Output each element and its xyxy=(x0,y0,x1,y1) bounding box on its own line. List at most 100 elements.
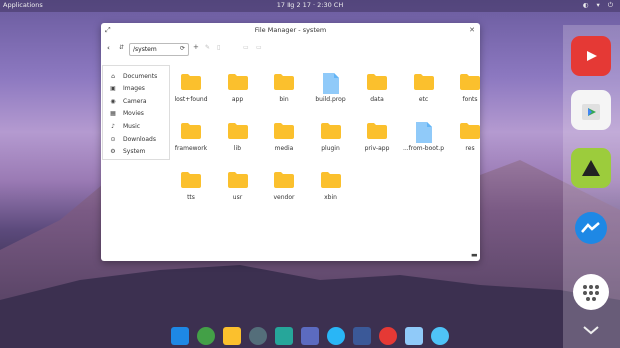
files-icon[interactable] xyxy=(405,327,423,345)
file-name: ...from-boot.p xyxy=(402,145,445,152)
globe-icon[interactable] xyxy=(197,327,215,345)
twitter-icon[interactable] xyxy=(327,327,345,345)
play-store-icon[interactable] xyxy=(571,90,611,130)
folder-icon[interactable] xyxy=(223,327,241,345)
file-name: vendor xyxy=(273,194,295,201)
telegram-icon[interactable] xyxy=(431,327,449,345)
folder-icon xyxy=(320,172,341,188)
messenger-icon[interactable] xyxy=(571,208,611,248)
sidebar-item-images[interactable]: ▣ Images xyxy=(109,84,145,94)
facebook-icon[interactable] xyxy=(353,327,371,345)
folder-icon xyxy=(320,123,341,139)
app-drawer-icon[interactable] xyxy=(571,272,611,312)
system-icon: ⚙ xyxy=(110,148,116,156)
clock[interactable]: 17 Ⅱg 2 17 · 2:30 CH xyxy=(0,1,620,9)
store-icon[interactable] xyxy=(275,327,293,345)
folder-icon xyxy=(460,123,480,139)
file-name: res xyxy=(465,145,475,152)
folder-item[interactable]: framework xyxy=(171,122,211,164)
folder-item[interactable]: lib xyxy=(218,122,258,164)
sidebar-item-documents[interactable]: ⌂ Documents xyxy=(109,71,157,81)
file-name: media xyxy=(274,145,294,152)
window-title: File Manager - system xyxy=(254,26,327,34)
sidebar-item-system[interactable]: ⚙ System xyxy=(109,147,145,157)
sidebar-item-label: Images xyxy=(123,85,145,93)
folder-item[interactable]: etc xyxy=(404,73,444,115)
folder-icon xyxy=(274,74,294,90)
folder-item[interactable]: app xyxy=(218,73,258,115)
sidebar-item-label: Downloads xyxy=(123,135,156,143)
add-icon[interactable]: + xyxy=(193,43,199,51)
file-name: lib xyxy=(233,145,242,152)
system-tray[interactable]: ◐ ▾ ⏻ xyxy=(583,1,616,10)
folder-icon xyxy=(181,74,201,90)
music-icon: ♪ xyxy=(111,122,115,130)
camera-icon: ◉ xyxy=(110,97,116,105)
folder-item[interactable]: vendor xyxy=(264,171,304,213)
sidebar-item-label: Music xyxy=(123,122,141,130)
folder-item[interactable]: media xyxy=(264,122,304,164)
file-name: bin xyxy=(279,96,289,103)
folder-icon xyxy=(227,123,248,139)
movie-icon: ▦ xyxy=(110,110,116,118)
settings-icon[interactable] xyxy=(249,327,267,345)
file-name: usr xyxy=(232,194,243,201)
folder-item[interactable]: priv-app xyxy=(357,122,397,164)
folder-icon xyxy=(367,74,387,90)
sidebar-item-downloads[interactable]: ⊙ Downloads xyxy=(109,134,156,144)
file-item[interactable]: ...from-boot.p xyxy=(403,122,444,164)
file-name: fonts xyxy=(462,96,478,103)
folder-item[interactable]: plugin xyxy=(311,122,351,164)
sidebar-item-music[interactable]: ♪ Music xyxy=(109,121,140,131)
folder-item[interactable]: fonts xyxy=(450,73,490,115)
top-panel: Applications 17 Ⅱg 2 17 · 2:30 CH ◐ ▾ ⏻ xyxy=(0,0,620,12)
sidebar-item-label: System xyxy=(123,148,146,156)
sidebar-item-label: Movies xyxy=(123,110,144,118)
close-icon[interactable]: ✕ xyxy=(469,26,475,34)
file-item[interactable]: build.prop xyxy=(311,73,351,115)
file-icon xyxy=(322,73,339,94)
chevron-down-icon[interactable] xyxy=(571,318,611,342)
window-titlebar[interactable]: ⤢ File Manager - system ✕ xyxy=(101,23,480,39)
folder-icon xyxy=(181,172,201,188)
folder-item[interactable]: tts xyxy=(171,171,211,213)
file-icon xyxy=(415,122,432,143)
copy-icon[interactable]: ▭ xyxy=(243,44,249,51)
youtube-icon[interactable] xyxy=(571,36,611,76)
home-icon: ⌂ xyxy=(111,72,115,80)
folder-icon xyxy=(413,74,434,90)
grid-icon[interactable] xyxy=(171,327,189,345)
sidebar-item-label: Documents xyxy=(123,72,158,80)
folder-item[interactable]: usr xyxy=(218,171,258,213)
image-icon: ▣ xyxy=(110,85,116,93)
folder-icon xyxy=(227,172,248,188)
more-icon[interactable]: ▬ xyxy=(471,251,478,259)
feedly-icon[interactable] xyxy=(571,148,611,188)
back-icon[interactable]: ‹ xyxy=(107,44,110,52)
download-icon: ⊙ xyxy=(110,135,116,143)
delete-icon[interactable]: ▯ xyxy=(217,44,220,51)
refresh-icon[interactable]: ⟳ xyxy=(180,45,185,52)
file-manager-window: ⤢ File Manager - system ✕ ‹ ⇵ + ✎ ▯ ▭ ▭ … xyxy=(101,23,480,261)
sidebar-item-camera[interactable]: ◉ Camera xyxy=(109,96,146,106)
folder-item[interactable]: bin xyxy=(264,73,304,115)
folder-icon xyxy=(181,123,201,139)
folder-item[interactable]: lost+found xyxy=(171,73,211,115)
file-name: build.prop xyxy=(315,96,346,103)
folder-icon xyxy=(460,74,480,90)
youtube-icon[interactable] xyxy=(379,327,397,345)
file-name: xbin xyxy=(324,194,337,201)
file-name: plugin xyxy=(321,145,340,152)
edit-icon[interactable]: ✎ xyxy=(205,44,210,51)
file-name: data xyxy=(370,96,384,103)
sort-icon[interactable]: ⇵ xyxy=(119,44,124,51)
folder-icon xyxy=(274,123,294,139)
sidebar-item-movies[interactable]: ▦ Movies xyxy=(109,109,144,119)
folder-icon xyxy=(274,172,294,188)
volume-icon[interactable] xyxy=(301,327,319,345)
folder-item[interactable]: data xyxy=(357,73,397,115)
folder-icon xyxy=(367,123,387,139)
folder-item[interactable]: xbin xyxy=(311,171,351,213)
folder-item[interactable]: res xyxy=(450,122,490,164)
paste-icon[interactable]: ▭ xyxy=(256,44,262,51)
